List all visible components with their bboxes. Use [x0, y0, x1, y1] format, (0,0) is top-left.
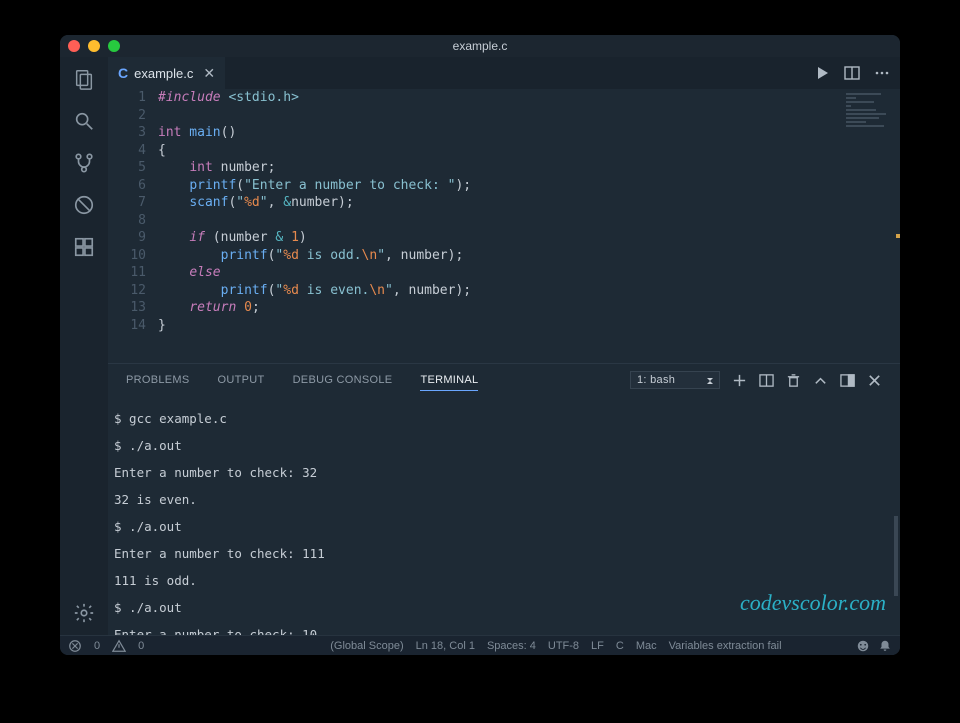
- status-right: [856, 639, 892, 653]
- encoding[interactable]: UTF-8: [548, 640, 579, 652]
- eol[interactable]: LF: [591, 640, 604, 652]
- scope-indicator[interactable]: (Global Scope): [330, 640, 403, 652]
- activity-bar: [60, 57, 108, 635]
- warnings-icon[interactable]: [112, 639, 126, 653]
- terminal-line: $ gcc example.c: [114, 412, 900, 426]
- code-content[interactable]: #include <stdio.h> int main() { int numb…: [158, 89, 900, 363]
- minimize-window-icon[interactable]: [88, 40, 100, 52]
- split-terminal-icon[interactable]: [759, 373, 774, 388]
- indentation[interactable]: Spaces: 4: [487, 640, 536, 652]
- titlebar: example.c: [60, 35, 900, 57]
- line-gutter: 1 2 3 4 5 6 7 8 9 10 11 12 13 14: [108, 89, 158, 363]
- terminal-scrollbar[interactable]: [894, 516, 898, 596]
- kill-terminal-icon[interactable]: [786, 373, 801, 388]
- main-area: C example.c ✕ 1 2 3 4 5 6: [60, 57, 900, 635]
- editor-group: C example.c ✕ 1 2 3 4 5 6: [108, 57, 900, 635]
- terminal-line: 111 is odd.: [114, 574, 900, 588]
- terminal-selector[interactable]: 1: bash: [630, 371, 720, 389]
- toggle-panel-icon[interactable]: [840, 373, 855, 388]
- status-bar: 0 0 (Global Scope) Ln 18, Col 1 Spaces: …: [60, 635, 900, 655]
- code-editor[interactable]: 1 2 3 4 5 6 7 8 9 10 11 12 13 14 #includ…: [108, 89, 900, 363]
- notifications-bell-icon[interactable]: [878, 639, 892, 653]
- language-badge-icon: C: [118, 65, 128, 81]
- window-controls: [68, 40, 120, 52]
- more-actions-icon[interactable]: [874, 65, 890, 81]
- settings-gear-icon[interactable]: [72, 601, 96, 625]
- search-icon[interactable]: [72, 109, 96, 133]
- maximize-panel-icon[interactable]: [813, 373, 828, 388]
- editor-window: example.c C: [60, 35, 900, 655]
- terminal-line: $ ./a.out: [114, 601, 900, 615]
- close-panel-icon[interactable]: [867, 373, 882, 388]
- tab-bar: C example.c ✕: [108, 57, 900, 89]
- panel-tabs: PROBLEMS OUTPUT DEBUG CONSOLE TERMINAL 1…: [108, 364, 900, 396]
- errors-count[interactable]: 0: [94, 640, 100, 652]
- tab-problems[interactable]: PROBLEMS: [126, 370, 190, 390]
- close-tab-icon[interactable]: ✕: [203, 65, 215, 82]
- feedback-icon[interactable]: [856, 639, 870, 653]
- split-editor-icon[interactable]: [844, 65, 860, 81]
- explorer-icon[interactable]: [72, 67, 96, 91]
- debug-icon[interactable]: [72, 193, 96, 217]
- run-icon[interactable]: [814, 65, 830, 81]
- extensions-icon[interactable]: [72, 235, 96, 259]
- close-window-icon[interactable]: [68, 40, 80, 52]
- terminal-line: Enter a number to check: 10: [114, 628, 900, 636]
- tab-example-c[interactable]: C example.c ✕: [108, 57, 225, 89]
- zoom-window-icon[interactable]: [108, 40, 120, 52]
- panel-controls: 1: bash: [630, 371, 882, 389]
- status-center: (Global Scope) Ln 18, Col 1 Spaces: 4 UT…: [330, 640, 781, 652]
- terminal-line: 32 is even.: [114, 493, 900, 507]
- terminal-line: Enter a number to check: 111: [114, 547, 900, 561]
- os-indicator[interactable]: Mac: [636, 640, 657, 652]
- source-control-icon[interactable]: [72, 151, 96, 175]
- overview-marker: [896, 234, 900, 238]
- tab-filename: example.c: [134, 66, 193, 81]
- warnings-count[interactable]: 0: [138, 640, 144, 652]
- language-mode[interactable]: C: [616, 640, 624, 652]
- status-message[interactable]: Variables extraction fail: [669, 640, 782, 652]
- tab-output[interactable]: OUTPUT: [218, 370, 265, 390]
- status-left: 0 0: [68, 639, 144, 653]
- editor-actions: [814, 65, 900, 81]
- new-terminal-icon[interactable]: [732, 373, 747, 388]
- terminal[interactable]: $ gcc example.c $ ./a.out Enter a number…: [108, 396, 900, 635]
- minimap[interactable]: [846, 93, 896, 129]
- terminal-line: Enter a number to check: 32: [114, 466, 900, 480]
- terminal-line: $ ./a.out: [114, 439, 900, 453]
- panel: PROBLEMS OUTPUT DEBUG CONSOLE TERMINAL 1…: [108, 363, 900, 635]
- errors-icon[interactable]: [68, 639, 82, 653]
- terminal-line: $ ./a.out: [114, 520, 900, 534]
- tab-debug-console[interactable]: DEBUG CONSOLE: [293, 370, 393, 390]
- cursor-position[interactable]: Ln 18, Col 1: [416, 640, 475, 652]
- tab-terminal[interactable]: TERMINAL: [420, 370, 478, 391]
- window-title: example.c: [453, 39, 508, 53]
